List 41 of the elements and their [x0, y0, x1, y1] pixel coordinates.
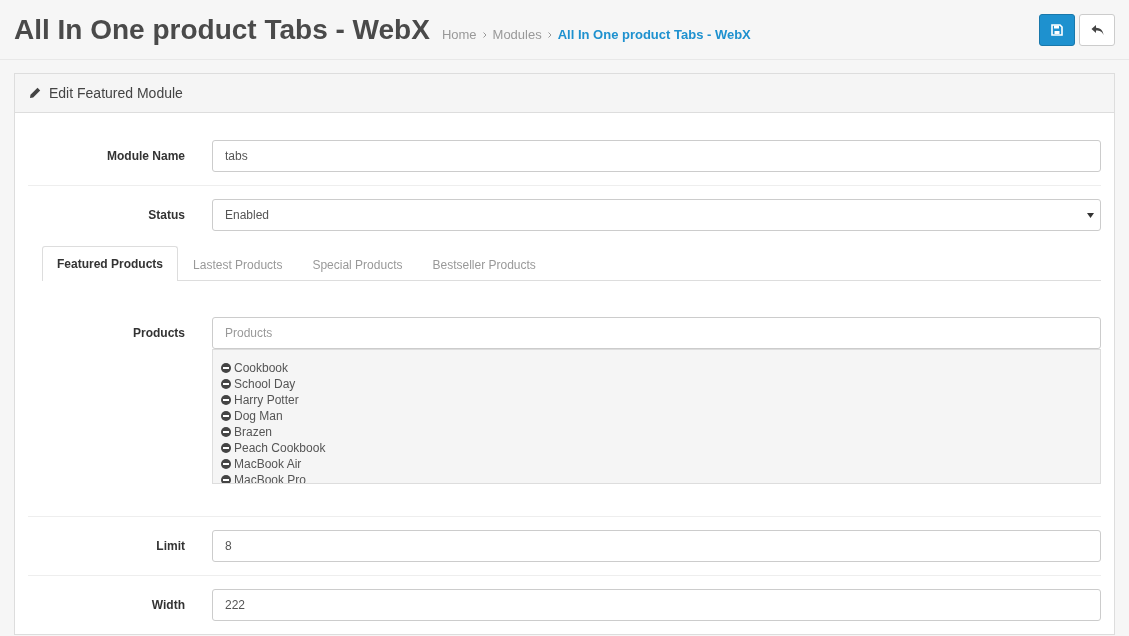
module-name-field[interactable]: tabs [212, 140, 1101, 172]
remove-icon[interactable] [221, 475, 231, 483]
remove-icon[interactable] [221, 459, 231, 469]
field-label: Limit [155, 539, 185, 553]
tab[interactable]: Special Products [297, 247, 418, 281]
width-field[interactable]: 222 [212, 589, 1101, 621]
product-name: Cookbook [234, 361, 289, 375]
product-name: MacBook Air [234, 457, 302, 471]
remove-icon[interactable] [221, 411, 231, 421]
page-title: All In One product Tabs - WebX [14, 13, 430, 46]
remove-icon[interactable] [221, 427, 231, 437]
field-label: Width [150, 598, 185, 612]
pencil-icon [29, 87, 41, 99]
reply-arrow-icon [1090, 23, 1104, 36]
limit-field[interactable]: 8 [212, 530, 1101, 562]
caret-icon [1087, 212, 1094, 218]
tab[interactable]: Featured Products [42, 246, 179, 281]
remove-icon[interactable] [221, 363, 231, 373]
product-name: School Day [234, 377, 296, 391]
status-dropdown[interactable]: Enabled [212, 199, 1101, 231]
product-name: Brazen [234, 425, 273, 439]
remove-icon[interactable] [221, 443, 231, 453]
product-name: Dog Man [234, 409, 283, 423]
field-label: Module Name [106, 149, 185, 163]
products-search-field[interactable]: Products [212, 317, 1101, 349]
save-button[interactable] [1039, 13, 1075, 46]
field-label: Products [132, 325, 185, 340]
panel-title: Edit Featured Module [49, 85, 183, 101]
field-label: Status [147, 208, 185, 222]
product-name: Peach Cookbook [234, 441, 326, 455]
chevron-right-icon [547, 31, 552, 38]
breadcrumb-link[interactable]: Home [441, 27, 477, 42]
chevron-right-icon [482, 31, 487, 38]
tab[interactable]: Lastest Products [178, 247, 298, 281]
remove-icon[interactable] [221, 379, 231, 389]
remove-icon[interactable] [221, 395, 231, 405]
breadcrumb-link[interactable]: All In One product Tabs - WebX [557, 27, 751, 42]
breadcrumb-link[interactable]: Modules [492, 27, 542, 42]
back-button[interactable] [1079, 13, 1115, 46]
tab[interactable]: Bestseller Products [417, 247, 551, 281]
product-name: Harry Potter [234, 393, 299, 407]
